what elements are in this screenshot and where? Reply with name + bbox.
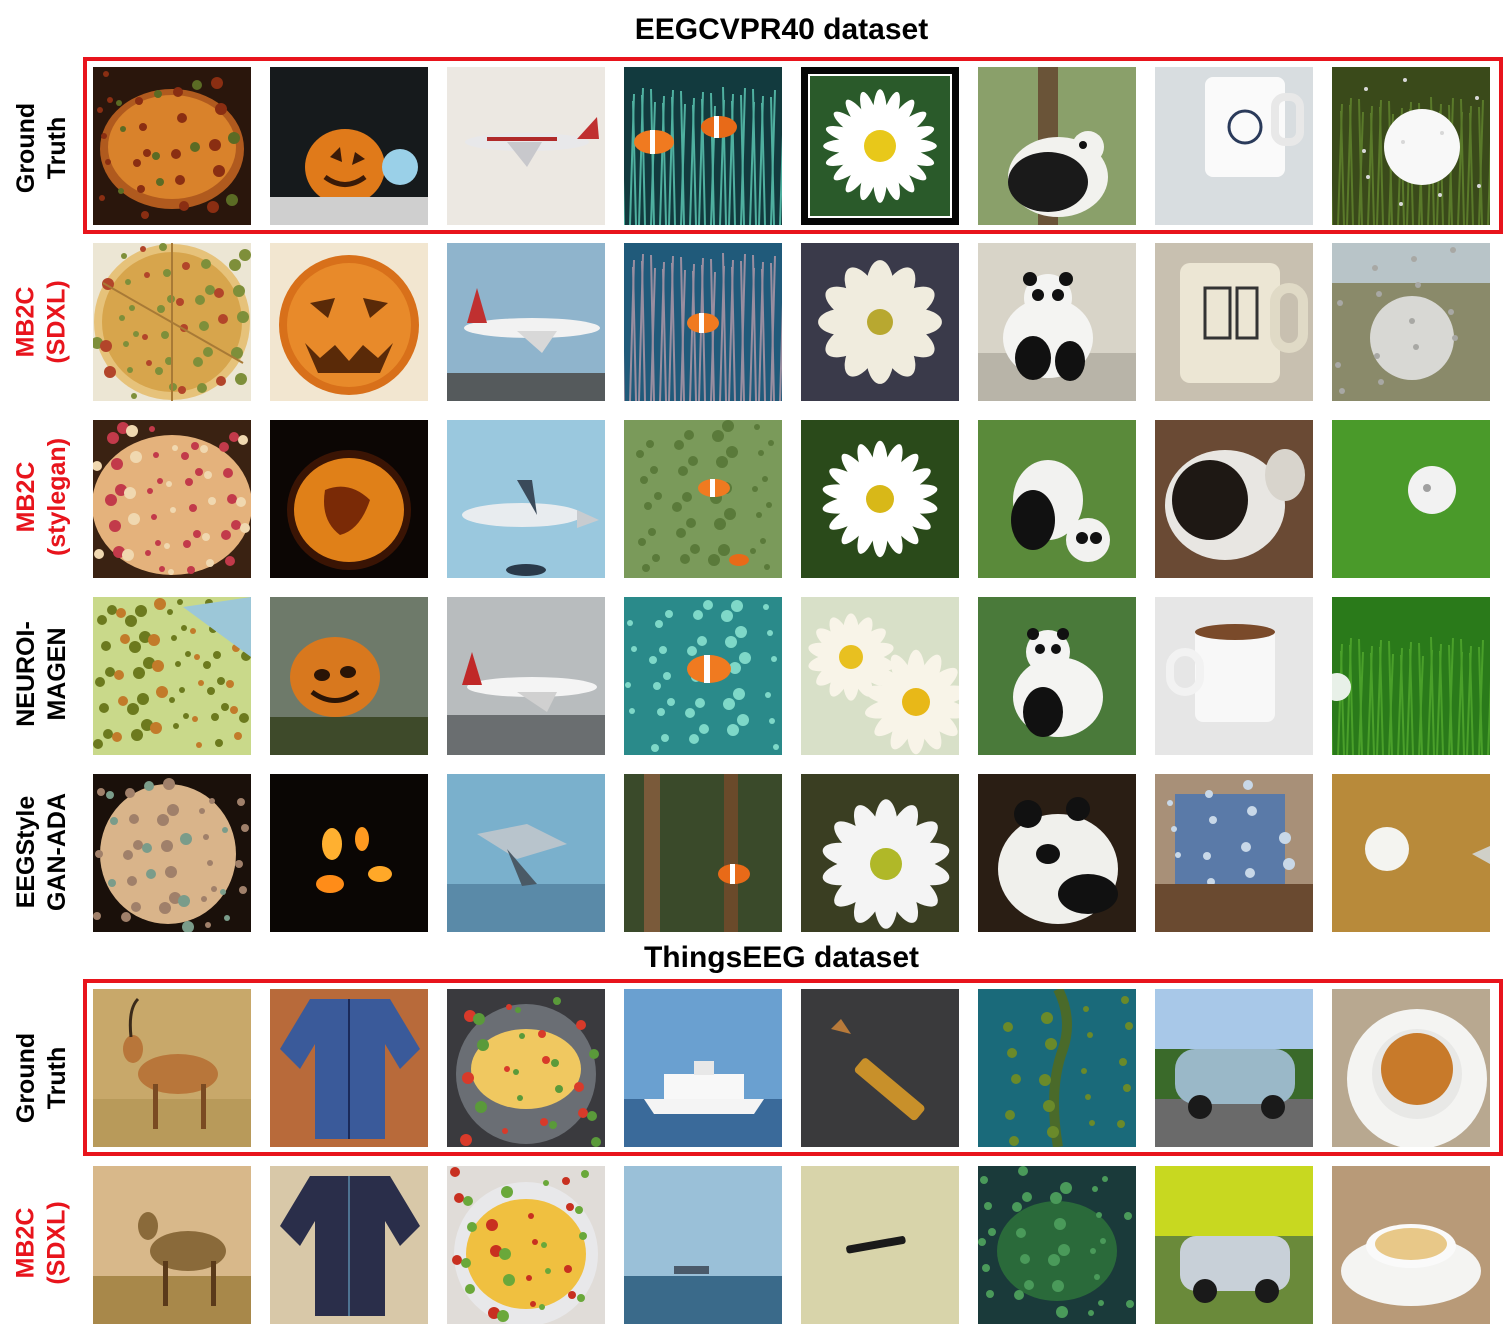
row-label: EEGStyle GAN-ADA [0, 762, 84, 942]
airliner-image [447, 420, 605, 578]
row-label-line: MAGEN [43, 627, 71, 721]
kelp-image [978, 1166, 1136, 1324]
giant-panda-image [978, 420, 1136, 578]
bullet-image [801, 989, 959, 1147]
jack-o-lantern-image [270, 420, 428, 578]
pizza-image [93, 774, 251, 932]
row-label-line: MB2C [12, 461, 40, 533]
giant-panda-image [978, 243, 1136, 401]
cruise-ship-image [624, 1166, 782, 1324]
antelope-image [93, 989, 251, 1147]
golf-ball-image [1332, 774, 1490, 932]
section-title-eegcvpr40: EEGCVPR40 dataset [634, 13, 929, 46]
row-label: MB2C (SDXL) [0, 1153, 84, 1333]
pizza-image [93, 597, 251, 755]
minivan-image [1155, 989, 1313, 1147]
giant-panda-image [978, 774, 1136, 932]
jack-o-lantern-image [270, 774, 428, 932]
row-label: Ground Truth [0, 988, 84, 1168]
coffee-mug-image [1155, 597, 1313, 755]
row-label-line: Ground [12, 102, 41, 194]
omelet-image [447, 989, 605, 1147]
daisy-image [801, 597, 959, 755]
jack-o-lantern-image [270, 597, 428, 755]
coffee-mug-image [1155, 420, 1313, 578]
omelet-image [447, 1166, 605, 1324]
row-label-line: (stylegan) [43, 437, 71, 557]
section-title-thingseeg: ThingsEEG dataset [643, 941, 920, 974]
daisy-image [801, 67, 959, 225]
antelope-image [93, 1166, 251, 1324]
jack-o-lantern-image [270, 243, 428, 401]
row-label-line: (SDXL) [42, 280, 71, 364]
row-label-line: GAN-ADA [43, 792, 72, 912]
creme-brulee-image [1332, 1166, 1490, 1324]
pizza-image [93, 67, 251, 225]
row-label-line: MB2C [11, 286, 40, 358]
anemone-fish-image [624, 774, 782, 932]
row-label-line: MB2C [11, 1207, 40, 1279]
anemone-fish-image [624, 243, 782, 401]
row-label-line: Truth [43, 1046, 72, 1110]
giant-panda-image [978, 597, 1136, 755]
coffee-mug-image [1155, 67, 1313, 225]
golf-ball-image [1332, 597, 1490, 755]
giant-panda-image [978, 67, 1136, 225]
daisy-image [801, 774, 959, 932]
pizza-image [93, 243, 251, 401]
anemone-fish-image [624, 67, 782, 225]
row-label-line: (SDXL) [42, 1201, 71, 1285]
daisy-image [801, 243, 959, 401]
row-label: MB2C (SDXL) [0, 232, 84, 412]
creme-brulee-image [1332, 989, 1490, 1147]
airliner-image [447, 774, 605, 932]
anemone-fish-image [624, 420, 782, 578]
row-label: MB2C (stylegan) [0, 407, 84, 587]
daisy-image [801, 420, 959, 578]
jack-o-lantern-image [270, 67, 428, 225]
golf-ball-image [1332, 67, 1490, 225]
airliner-image [447, 243, 605, 401]
minivan-image [1155, 1166, 1313, 1324]
pizza-image [93, 420, 251, 578]
golf-ball-image [1332, 420, 1490, 578]
coffee-mug-image [1155, 774, 1313, 932]
row-label-line: Truth [43, 116, 72, 180]
anemone-fish-image [624, 597, 782, 755]
pajamas-image [270, 1166, 428, 1324]
airliner-image [447, 67, 605, 225]
row-label-line: Ground [12, 1032, 41, 1124]
row-label: NEUROI- MAGEN [0, 584, 84, 764]
cruise-ship-image [624, 989, 782, 1147]
golf-ball-image [1332, 243, 1490, 401]
bullet-image [801, 1166, 959, 1324]
row-label-line: NEUROI- [12, 621, 40, 727]
coffee-mug-image [1155, 243, 1313, 401]
airliner-image [447, 597, 605, 755]
kelp-image [978, 989, 1136, 1147]
pajamas-image [270, 989, 428, 1147]
row-label: Ground Truth [0, 58, 84, 238]
row-label-line: EEGStyle [12, 795, 41, 909]
